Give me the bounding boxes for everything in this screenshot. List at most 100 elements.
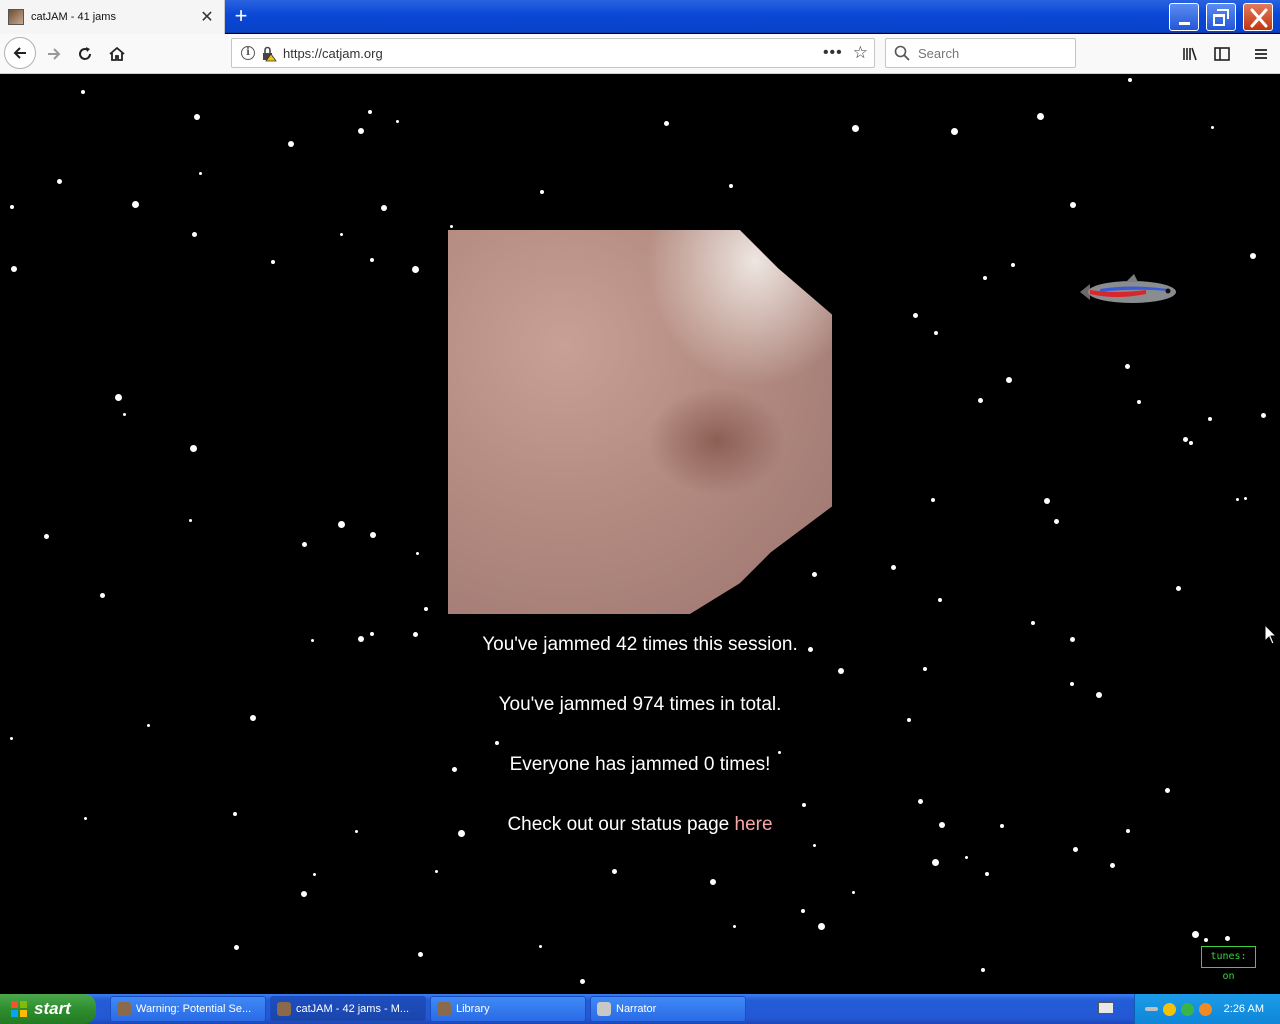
total-jams-text: You've jammed 974 times in total.: [498, 694, 782, 715]
reload-icon: [79, 47, 91, 60]
star: [812, 843, 816, 847]
more-icon[interactable]: •••: [823, 44, 843, 62]
star: [339, 232, 343, 236]
star: [1011, 263, 1015, 267]
star: [1137, 400, 1141, 404]
star: [981, 968, 985, 972]
star: [1164, 787, 1170, 793]
magnifier-icon[interactable]: [1199, 1002, 1212, 1016]
star: [114, 393, 122, 401]
star: [381, 205, 387, 211]
star: [370, 258, 374, 262]
taskbar-item-library[interactable]: Library: [430, 996, 586, 1022]
back-icon: [13, 47, 26, 59]
home-button[interactable]: [103, 40, 131, 68]
star: [188, 518, 192, 522]
minimize-button[interactable]: [1169, 3, 1199, 31]
star: [1204, 938, 1208, 942]
start-button[interactable]: start: [0, 994, 96, 1024]
star: [1243, 496, 1247, 500]
star: [271, 260, 275, 264]
star: [9, 736, 13, 740]
fish-icon: [1080, 274, 1176, 303]
star: [122, 412, 126, 416]
star: [99, 592, 105, 598]
network-icon[interactable]: [1145, 1007, 1158, 1011]
cursor-icon: [1264, 624, 1278, 645]
start-label: start: [34, 999, 71, 1018]
library-button[interactable]: [1176, 40, 1204, 68]
tunes-toggle[interactable]: tunes: on: [1201, 946, 1256, 982]
star: [10, 205, 14, 209]
taskbar-item-label: Narrator: [616, 1003, 657, 1015]
session-jams-text: You've jammed 42 times this session.: [482, 634, 798, 655]
forward-button[interactable]: [40, 40, 68, 68]
taskbar-item-narrator[interactable]: Narrator: [590, 996, 746, 1022]
star: [191, 231, 197, 237]
firefox-icon: [437, 1002, 451, 1016]
catjam-favicon-icon: [8, 9, 24, 25]
star: [977, 397, 983, 403]
restore-button[interactable]: [1206, 3, 1236, 31]
reload-button[interactable]: [71, 40, 99, 68]
new-tab-button[interactable]: +: [230, 3, 252, 29]
close-tab-icon[interactable]: ✕: [196, 7, 218, 27]
star: [415, 551, 419, 555]
star: [802, 803, 806, 807]
star: [890, 564, 896, 570]
star: [424, 607, 428, 611]
star: [1006, 377, 1012, 383]
star: [1189, 441, 1193, 445]
star: [985, 872, 989, 876]
tab-catjam[interactable]: catJAM - 41 jams ✕: [0, 0, 225, 34]
star: [434, 869, 438, 873]
update-icon[interactable]: [1181, 1002, 1194, 1016]
star: [1070, 682, 1074, 686]
page-content: You've jammed 42 times this session. You…: [0, 74, 1280, 994]
star: [358, 128, 364, 134]
taskbar-item-catjam[interactable]: catJAM - 42 jams - M...: [270, 996, 426, 1022]
keyboard-icon[interactable]: [1098, 1002, 1114, 1014]
star: [233, 944, 239, 950]
star: [663, 120, 669, 126]
url-text[interactable]: https://catjam.org: [283, 46, 823, 61]
star: [729, 184, 733, 188]
clock: 2:26 AM: [1223, 1003, 1264, 1015]
star: [81, 90, 85, 94]
star: [950, 127, 958, 135]
lock-warning-icon[interactable]: [261, 46, 277, 62]
status-page-link[interactable]: here: [735, 814, 773, 835]
catjam-animation[interactable]: [448, 230, 832, 614]
security-shield-icon[interactable]: [1163, 1002, 1176, 1016]
star: [1182, 436, 1188, 442]
sidebar-icon: [1214, 47, 1230, 61]
star: [1031, 621, 1035, 625]
star: [449, 224, 453, 228]
close-window-button[interactable]: [1243, 3, 1273, 31]
windows-taskbar: start Warning: Potential Se... catJAM - …: [0, 994, 1280, 1024]
narrator-icon: [597, 1002, 611, 1016]
bookmark-star-icon[interactable]: ☆: [853, 43, 868, 63]
star: [540, 190, 544, 194]
sidebar-button[interactable]: [1208, 40, 1236, 68]
star: [11, 266, 17, 272]
menu-button[interactable]: [1247, 40, 1275, 68]
search-bar[interactable]: [885, 38, 1076, 68]
star: [907, 718, 911, 722]
star: [964, 855, 968, 859]
star: [1208, 417, 1212, 421]
star: [851, 890, 855, 894]
taskbar-item-warning[interactable]: Warning: Potential Se...: [110, 996, 266, 1022]
star: [1260, 412, 1266, 418]
info-icon[interactable]: i: [241, 46, 255, 60]
menu-icon: [1255, 49, 1267, 59]
url-bar[interactable]: i https://catjam.org ••• ☆: [231, 38, 875, 68]
star: [1191, 930, 1199, 938]
star: [131, 200, 139, 208]
star: [301, 541, 307, 547]
star: [1224, 935, 1230, 941]
back-button[interactable]: [4, 37, 36, 69]
everyone-jams-text: Everyone has jammed 0 times!: [509, 754, 771, 775]
star: [56, 178, 62, 184]
search-input[interactable]: [918, 45, 1068, 61]
